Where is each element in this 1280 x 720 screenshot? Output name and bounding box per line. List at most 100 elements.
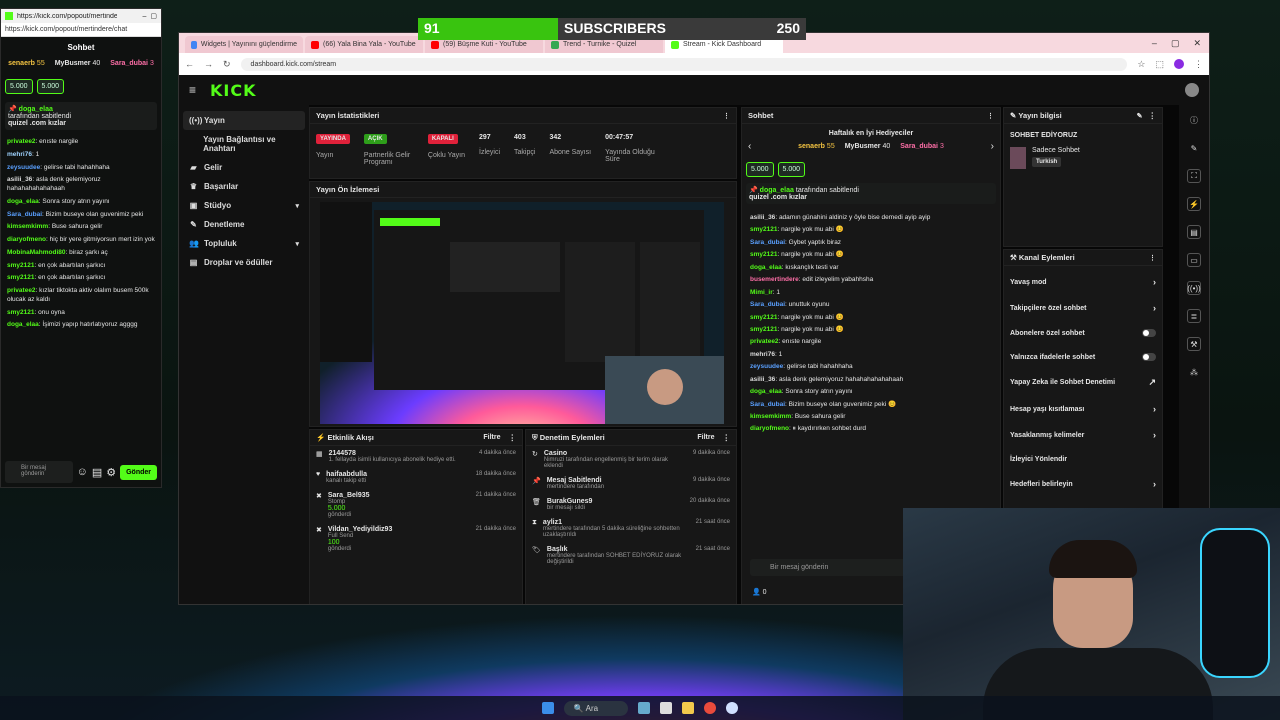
leader[interactable]: senaerb 55 (798, 143, 835, 150)
mod-more-icon[interactable]: ⋮ (723, 433, 731, 442)
chat-more-icon[interactable]: ⋮ (987, 112, 994, 120)
feed-name[interactable]: ayliz1 (543, 519, 690, 526)
gifter[interactable]: senaerb 55 (8, 60, 45, 67)
browser-menu-icon[interactable]: ⋮ (1194, 59, 1203, 70)
chat-username[interactable]: privatee2 (750, 338, 779, 345)
stream-info-edit-icon[interactable]: ✎ (1137, 112, 1143, 120)
maximize-icon[interactable]: ▢ (150, 12, 157, 20)
minimize-icon[interactable]: – (142, 13, 146, 20)
chat-username[interactable]: zeysuudee (750, 363, 783, 370)
chat-username[interactable]: smy2121 (750, 251, 777, 258)
channel-action[interactable]: Hesap yaşı kısıtlaması › (1004, 399, 1162, 419)
hamburger-menu-icon[interactable]: ≡ (189, 83, 196, 97)
start-icon[interactable] (541, 702, 554, 714)
chat-username[interactable]: MobinaMahmodi80 (7, 249, 66, 256)
send-button[interactable]: Gönder (120, 464, 157, 480)
reload-icon[interactable]: ↻ (223, 59, 231, 70)
pencil-icon[interactable]: ✎ (1187, 141, 1201, 155)
chat-sub-chip[interactable]: 5.000 (746, 162, 774, 177)
task-view-icon[interactable] (660, 702, 673, 714)
feed-name[interactable]: Başlık (547, 546, 690, 553)
chat-sub-chip[interactable]: 5.000 (777, 162, 806, 177)
chevron-down-icon[interactable]: ▾ (295, 240, 299, 248)
settings-gear-icon[interactable]: ⚙ (106, 466, 116, 479)
chrome-icon[interactable] (704, 702, 717, 714)
chevron-right-icon[interactable]: › (1153, 303, 1156, 313)
chat-username[interactable]: doga_elaa (750, 264, 782, 271)
feed-name[interactable]: Mesaj Sabitlendi (547, 477, 604, 484)
sidebar-item[interactable]: 👥 Topluluk ▾ (183, 234, 305, 253)
chat-username[interactable]: busemertindere (750, 276, 799, 283)
gift-icon[interactable]: ▤ (92, 466, 102, 479)
channel-action[interactable]: Yapay Zeka ile Sohbet Denetimi ↗ (1004, 372, 1162, 393)
chat-username[interactable]: smy2121 (750, 314, 777, 321)
popout-titlebar[interactable]: https://kick.com/popout/mertindere/chat –… (1, 9, 161, 23)
channel-action[interactable]: Takipçilere özel sohbet › (1004, 298, 1162, 318)
toggle-switch[interactable] (1142, 329, 1156, 337)
feed-row[interactable]: 📌 Mesaj Sabitlendi mertindere tarafından 9 … (526, 473, 736, 494)
chat-username[interactable]: Sara_dubai (750, 401, 785, 408)
chat-username[interactable]: diaryofmeno (7, 236, 46, 243)
feed-row[interactable]: ↻ Casino Nimruzi tarafından engellenmiş bi… (526, 446, 736, 473)
popout-chat-input[interactable]: Bir mesaj gönderin (5, 461, 73, 483)
browser-tab[interactable]: (66) Yala Bina Yala - YouTube (305, 36, 423, 53)
channel-actions-more-icon[interactable]: ⋮ (1149, 254, 1156, 262)
forward-icon[interactable]: → (204, 59, 213, 69)
nodes-icon[interactable]: ⁂ (1187, 365, 1201, 379)
sub-gift-chip[interactable]: 5.000 (5, 79, 33, 94)
feed-name[interactable]: Vildan_Yediyildiz93 (328, 526, 392, 533)
channel-action[interactable]: İzleyici Yönlendir (1004, 451, 1162, 468)
minimize-window-icon[interactable]: – (1152, 38, 1157, 49)
chat-username[interactable]: Sara_dubai (7, 211, 42, 218)
stream-preview-video[interactable] (320, 202, 724, 424)
chat-username[interactable]: doga_elaa (7, 198, 39, 205)
taskbar-search[interactable]: 🔍 Ara (563, 700, 629, 716)
gifter[interactable]: Sara_dubai 3 (110, 60, 154, 67)
sidebar-item[interactable]: ▣ Stüdyo ▾ (183, 196, 305, 215)
feed-name[interactable]: Casino (544, 450, 687, 457)
channel-action[interactable]: Hedefleri belirleyin › (1004, 474, 1162, 494)
chat-username[interactable]: diaryofmeno (750, 425, 789, 432)
chat-username[interactable]: asilii_36 (7, 176, 32, 183)
channel-action[interactable]: Yasaklanmış kelimeler › (1004, 425, 1162, 445)
extensions-icon[interactable]: ⬚ (1155, 59, 1164, 70)
chrome-profile-icon[interactable] (726, 702, 739, 714)
chat-pinned-message[interactable]: 📌 doga_elaa tarafından sabitlendi quizel… (746, 183, 996, 204)
activity-more-icon[interactable]: ⋮ (509, 433, 517, 442)
feed-row[interactable]: ⧗ ayliz1 mertindere tarafından 5 dakika sü… (526, 515, 736, 542)
chevron-right-icon[interactable]: › (1153, 277, 1156, 287)
feed-name[interactable]: haifaabdulla (326, 471, 367, 478)
chat-username[interactable]: smy2121 (7, 309, 34, 316)
chat-username[interactable]: doga_elaa (7, 321, 39, 328)
maximize-window-icon[interactable]: ▢ (1171, 38, 1180, 49)
sub-gift-chip[interactable]: 5.000 (36, 79, 65, 94)
feed-row[interactable]: ♥ haifaabdulla kanalı takip etti 18 dakika … (310, 467, 522, 488)
feed-row[interactable]: ▦ 2144578 1. fellayda isimli kullanıcıya a… (310, 446, 522, 467)
back-icon[interactable]: ← (185, 59, 194, 69)
chat-username[interactable]: Mimi_ir (750, 289, 773, 296)
channel-action[interactable]: Abonelere özel sohbet (1004, 324, 1162, 342)
chat-username[interactable]: doga_elaa (750, 388, 782, 395)
user-avatar[interactable] (1185, 83, 1199, 97)
chat-username[interactable]: privatee2 (7, 138, 36, 145)
chat-username[interactable]: kimsemkimm (750, 413, 791, 420)
chevron-right-icon[interactable]: › (1153, 479, 1156, 489)
chat-username[interactable]: smy2121 (750, 326, 777, 333)
browser-tab[interactable]: Widgets | Yayınını güçlendirme (185, 36, 303, 53)
chat-username[interactable]: smy2121 (7, 262, 34, 269)
clipboard-icon[interactable]: ▤ (1187, 225, 1201, 239)
chat-username[interactable]: Sara_dubai (750, 239, 785, 246)
feed-row[interactable]: ✖ Sara_Bel935 Stomp 5.000 gönderdi 21 dakika … (310, 488, 522, 522)
broadcast-icon[interactable]: ((•)) (1187, 281, 1201, 295)
chat-bubble-icon[interactable]: ▭ (1187, 253, 1201, 267)
sidebar-item[interactable]: ♛ Başarılar (183, 177, 305, 196)
feed-name[interactable]: BurakGunes9 (547, 498, 593, 505)
sidebar-item[interactable]: ✎ Denetleme (183, 215, 305, 234)
mod-filter-button[interactable]: Filtre (697, 434, 714, 441)
chevron-right-icon[interactable]: › (1153, 404, 1156, 414)
activity-filter-button[interactable]: Filtre (483, 434, 500, 441)
chat-username[interactable]: Sara_dubai (750, 301, 785, 308)
leader[interactable]: Sara_dubai 3 (900, 143, 944, 150)
profile-avatar[interactable] (1174, 59, 1184, 69)
next-chevron-icon[interactable]: › (991, 141, 994, 152)
